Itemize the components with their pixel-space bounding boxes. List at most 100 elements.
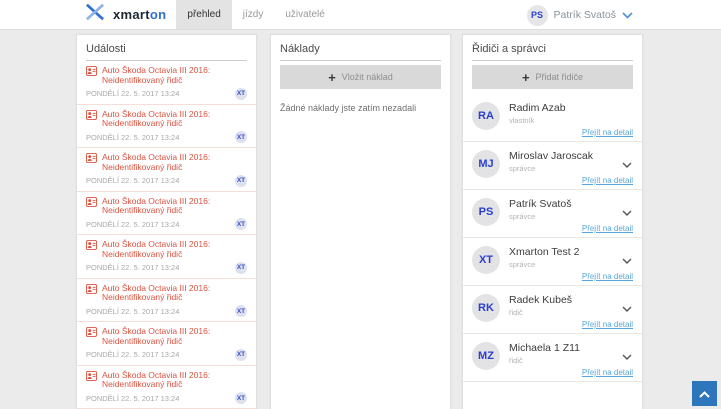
event-title-text: Auto Škoda Octavia III 2016: Neidentifik… xyxy=(102,66,247,86)
driver-avatar: PS xyxy=(472,198,500,226)
event-meta: PONDĚLÍ 22. 5. 2017 13:24 XT xyxy=(86,262,247,274)
event-meta: PONDĚLÍ 22. 5. 2017 13:24 XT xyxy=(86,392,247,404)
driver-row: MZ Michaela 1 Z11 řidič Přejít na detail xyxy=(463,334,642,382)
event-date: PONDĚLÍ 22. 5. 2017 13:24 xyxy=(86,307,179,316)
event-date: PONDĚLÍ 22. 5. 2017 13:24 xyxy=(86,133,179,142)
vehicle-badge: XT xyxy=(235,131,247,143)
drivers-panel-title: Řidiči a správci xyxy=(472,43,633,61)
plus-icon: + xyxy=(328,71,336,84)
event-row[interactable]: Auto Škoda Octavia III 2016: Neidentifik… xyxy=(77,192,256,236)
events-panel: Události A xyxy=(76,34,257,409)
user-name: Patrík Svatoš xyxy=(554,9,616,21)
event-title-text: Auto Škoda Octavia III 2016: Neidentifik… xyxy=(102,153,247,173)
event-title-text: Auto Škoda Octavia III 2016: Neidentifik… xyxy=(102,197,247,217)
vehicle-badge: XT xyxy=(235,392,247,404)
driver-row: RA Radim Azab vlastník Přejít na detail xyxy=(463,94,642,142)
driver-detail-link[interactable]: Přejít na detail xyxy=(472,128,633,137)
unidentified-driver-icon xyxy=(86,153,97,166)
logo-wordmark: xmarton xyxy=(113,7,166,22)
event-title-text: Auto Škoda Octavia III 2016: Neidentifik… xyxy=(102,240,247,260)
event-meta: PONDĚLÍ 22. 5. 2017 13:24 XT xyxy=(86,218,247,230)
event-date: PONDĚLÍ 22. 5. 2017 13:24 xyxy=(86,220,179,229)
event-title: Auto Škoda Octavia III 2016: Neidentifik… xyxy=(86,327,247,347)
drivers-list: RA Radim Azab vlastník Přejít na detail … xyxy=(463,94,642,382)
event-meta: PONDĚLÍ 22. 5. 2017 13:24 XT xyxy=(86,349,247,361)
events-panel-title: Události xyxy=(86,43,247,61)
vehicle-badge: XT xyxy=(235,175,247,187)
nav-tabs: přehled jízdy uživatelé xyxy=(176,0,335,29)
driver-avatar: RK xyxy=(472,294,500,322)
driver-avatar: XT xyxy=(472,246,500,274)
costs-panel: Náklady + Vložit náklad Žádné náklady js… xyxy=(270,34,451,409)
vehicle-badge: XT xyxy=(235,218,247,230)
unidentified-driver-icon xyxy=(86,66,97,79)
costs-panel-title: Náklady xyxy=(280,43,441,61)
unidentified-driver-icon xyxy=(86,327,97,340)
event-date: PONDĚLÍ 22. 5. 2017 13:24 xyxy=(86,394,179,403)
event-meta: PONDĚLÍ 22. 5. 2017 13:24 XT xyxy=(86,305,247,317)
event-row[interactable]: Auto Škoda Octavia III 2016: Neidentifik… xyxy=(77,105,256,149)
event-title-text: Auto Škoda Octavia III 2016: Neidentifik… xyxy=(102,327,247,347)
event-row[interactable]: Auto Škoda Octavia III 2016: Neidentifik… xyxy=(77,148,256,192)
scroll-to-top-button[interactable] xyxy=(692,381,717,406)
event-row[interactable]: Auto Škoda Octavia III 2016: Neidentifik… xyxy=(77,322,256,366)
driver-avatar: RA xyxy=(472,102,500,130)
driver-detail-link[interactable]: Přejít na detail xyxy=(472,176,633,185)
chevron-down-icon[interactable] xyxy=(622,299,632,317)
driver-avatar: MJ xyxy=(472,150,500,178)
event-date: PONDĚLÍ 22. 5. 2017 13:24 xyxy=(86,176,179,185)
chevron-up-icon xyxy=(699,386,710,401)
nav-tab[interactable]: jízdy xyxy=(232,0,275,29)
event-meta: PONDĚLÍ 22. 5. 2017 13:24 XT xyxy=(86,175,247,187)
chevron-down-icon[interactable] xyxy=(622,347,632,365)
user-menu[interactable]: PS Patrík Svatoš xyxy=(527,0,633,30)
event-date: PONDĚLÍ 22. 5. 2017 13:24 xyxy=(86,263,179,272)
drivers-panel: Řidiči a správci + Přidat řidiče RA Radi… xyxy=(462,34,643,409)
driver-detail-link[interactable]: Přejít na detail xyxy=(472,368,633,377)
add-driver-button[interactable]: + Přidat řidiče xyxy=(472,65,633,89)
driver-detail-link[interactable]: Přejít na detail xyxy=(472,272,633,281)
nav-tab[interactable]: uživatelé xyxy=(274,0,335,29)
event-title: Auto Škoda Octavia III 2016: Neidentifik… xyxy=(86,240,247,260)
add-cost-button[interactable]: + Vložit náklad xyxy=(280,65,441,89)
top-nav: xmarton přehled jízdy uživatelé PS Patrí… xyxy=(0,0,721,30)
driver-detail-link[interactable]: Přejít na detail xyxy=(472,320,633,329)
chevron-down-icon[interactable] xyxy=(622,155,632,173)
vehicle-badge: XT xyxy=(235,305,247,317)
unidentified-driver-icon xyxy=(86,371,97,384)
dashboard-page: xmarton přehled jízdy uživatelé PS Patrí… xyxy=(0,0,721,409)
unidentified-driver-icon xyxy=(86,284,97,297)
driver-avatar: MZ xyxy=(472,342,500,370)
xmarton-logo-icon xyxy=(84,3,106,26)
events-list: Auto Škoda Octavia III 2016: Neidentifik… xyxy=(77,61,256,409)
chevron-down-icon xyxy=(622,6,633,24)
event-title: Auto Škoda Octavia III 2016: Neidentifik… xyxy=(86,284,247,304)
xmarton-logo[interactable]: xmarton xyxy=(0,0,166,29)
event-row[interactable]: Auto Škoda Octavia III 2016: Neidentifik… xyxy=(77,61,256,105)
event-row[interactable]: Auto Škoda Octavia III 2016: Neidentifik… xyxy=(77,279,256,323)
event-meta: PONDĚLÍ 22. 5. 2017 13:24 XT xyxy=(86,131,247,143)
event-meta: PONDĚLÍ 22. 5. 2017 13:24 XT xyxy=(86,88,247,100)
unidentified-driver-icon xyxy=(86,240,97,253)
vehicle-badge: XT xyxy=(235,88,247,100)
driver-row: PS Patrík Svatoš správce Přejít na detai… xyxy=(463,190,642,238)
chevron-down-icon[interactable] xyxy=(622,203,632,221)
vehicle-badge: XT xyxy=(235,349,247,361)
event-title: Auto Škoda Octavia III 2016: Neidentifik… xyxy=(86,110,247,130)
chevron-down-icon[interactable] xyxy=(622,251,632,269)
event-date: PONDĚLÍ 22. 5. 2017 13:24 xyxy=(86,89,179,98)
user-avatar: PS xyxy=(527,5,548,26)
costs-empty-text: Žádné náklady jste zatím nezadali xyxy=(280,103,441,113)
event-title: Auto Škoda Octavia III 2016: Neidentifik… xyxy=(86,371,247,391)
nav-tab[interactable]: přehled xyxy=(176,0,231,29)
event-title: Auto Škoda Octavia III 2016: Neidentifik… xyxy=(86,197,247,217)
event-row[interactable]: Auto Škoda Octavia III 2016: Neidentifik… xyxy=(77,366,256,409)
driver-row: RK Radek Kubeš řidič Přejít na detail xyxy=(463,286,642,334)
event-date: PONDĚLÍ 22. 5. 2017 13:24 xyxy=(86,350,179,359)
event-title-text: Auto Škoda Octavia III 2016: Neidentifik… xyxy=(102,284,247,304)
event-title-text: Auto Škoda Octavia III 2016: Neidentifik… xyxy=(102,371,247,391)
event-row[interactable]: Auto Škoda Octavia III 2016: Neidentifik… xyxy=(77,235,256,279)
driver-detail-link[interactable]: Přejít na detail xyxy=(472,224,633,233)
driver-row: MJ Miroslav Jaroscak správce Přejít na d… xyxy=(463,142,642,190)
driver-row: XT Xmarton Test 2 správce Přejít na deta… xyxy=(463,238,642,286)
